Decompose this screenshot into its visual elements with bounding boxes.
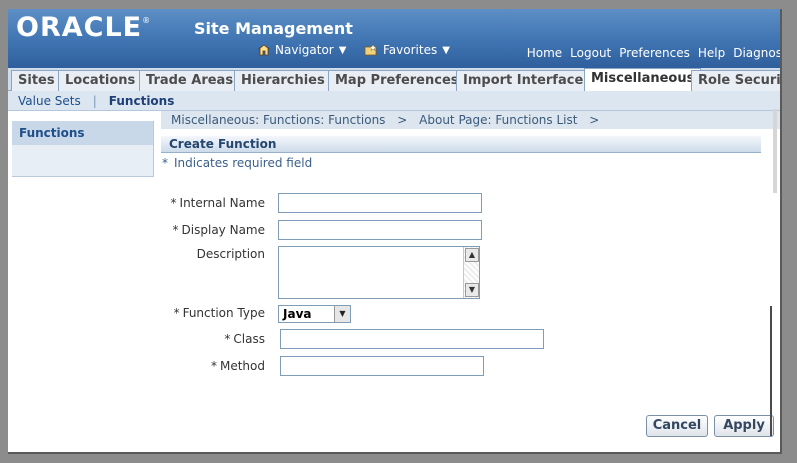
display-name-input[interactable] xyxy=(278,220,482,240)
breadcrumb-separator: > xyxy=(397,113,408,127)
tab-role-security[interactable]: Role Security xyxy=(691,70,780,91)
required-field-note: * Indicates required field xyxy=(162,156,312,170)
star-folder-icon xyxy=(364,44,377,56)
page-scrollbar-track[interactable] xyxy=(773,109,777,193)
class-input[interactable] xyxy=(280,329,544,349)
display-name-label: * Display Name xyxy=(172,223,265,237)
app-title: Site Management xyxy=(194,19,353,38)
tab-bar: Sites Locations Trade Areas Hierarchies … xyxy=(8,68,780,91)
page-scrollbar-edge xyxy=(770,306,772,436)
tab-import-interface[interactable]: Import Interface xyxy=(456,70,591,91)
subtab-functions[interactable]: Functions xyxy=(109,94,175,108)
function-type-label: * Function Type xyxy=(173,306,265,320)
breadcrumb-link-about-page[interactable]: About Page: Functions List xyxy=(419,113,577,127)
scroll-down-icon[interactable]: ▼ xyxy=(465,283,479,297)
function-type-value: Java xyxy=(283,307,312,321)
favorites-label: Favorites xyxy=(383,43,438,57)
internal-name-input[interactable] xyxy=(278,193,482,213)
navigator-menu[interactable]: Navigator ▼ xyxy=(258,43,346,57)
required-note-text: Indicates required field xyxy=(174,156,313,170)
triangle-down-icon: ▼ xyxy=(338,44,347,56)
breadcrumb-separator: > xyxy=(589,113,600,127)
preferences-link[interactable]: Preferences xyxy=(619,46,690,60)
section-header: Create Function xyxy=(161,136,761,153)
description-scrollbar[interactable]: ▲ ▼ xyxy=(463,247,479,298)
scroll-up-icon[interactable]: ▲ xyxy=(465,248,479,262)
browser-viewport: ORACLE® Site Management Navigator ▼ Favo… xyxy=(8,9,782,454)
sidenav-item-functions[interactable]: Functions xyxy=(12,121,153,145)
cancel-button[interactable]: Cancel xyxy=(646,415,708,437)
house-icon xyxy=(258,44,270,56)
required-mark: * xyxy=(162,156,168,170)
global-header: ORACLE® Site Management Navigator ▼ Favo… xyxy=(8,9,780,68)
logout-link[interactable]: Logout xyxy=(570,46,611,60)
navigator-label: Navigator xyxy=(275,43,334,57)
breadcrumb: Miscellaneous: Functions: Functions > Ab… xyxy=(161,111,780,129)
function-type-select[interactable]: Java ▼ xyxy=(278,305,351,323)
home-link[interactable]: Home xyxy=(527,46,562,60)
triangle-down-icon: ▼ xyxy=(442,44,450,56)
subtab-separator: | xyxy=(92,93,97,108)
side-navigation: Functions xyxy=(12,121,154,177)
tab-miscellaneous[interactable]: Miscellaneous xyxy=(584,68,702,91)
chevron-down-icon[interactable]: ▼ xyxy=(334,306,350,322)
help-link[interactable]: Help xyxy=(698,46,725,60)
description-textarea[interactable]: ▲ ▼ xyxy=(278,246,480,299)
logo-text: ORACLE xyxy=(16,12,143,43)
method-label: * Method xyxy=(210,359,265,373)
tab-locations[interactable]: Locations xyxy=(58,70,143,91)
oracle-logo: ORACLE® xyxy=(16,12,151,43)
diagnostics-link[interactable]: Diagnosti xyxy=(733,46,780,60)
tab-hierarchies[interactable]: Hierarchies xyxy=(234,70,332,91)
apply-button[interactable]: Apply xyxy=(714,415,774,437)
favorites-menu[interactable]: Favorites ▼ xyxy=(364,43,450,57)
method-input[interactable] xyxy=(280,356,484,376)
class-label: * Class xyxy=(224,332,265,346)
breadcrumb-link-functions[interactable]: Miscellaneous: Functions: Functions xyxy=(171,113,385,127)
internal-name-label: * Internal Name xyxy=(170,196,265,210)
description-label: Description xyxy=(196,247,265,261)
subtab-bar: Value Sets | Functions xyxy=(8,91,780,111)
tab-sites[interactable]: Sites xyxy=(11,70,62,91)
logo-registered-mark: ® xyxy=(142,16,152,25)
tab-trade-areas[interactable]: Trade Areas xyxy=(139,70,241,91)
global-links: Home Logout Preferences Help Diagnosti xyxy=(527,46,780,60)
tab-map-preferences[interactable]: Map Preferences xyxy=(328,70,466,91)
subtab-value-sets[interactable]: Value Sets xyxy=(18,94,81,108)
